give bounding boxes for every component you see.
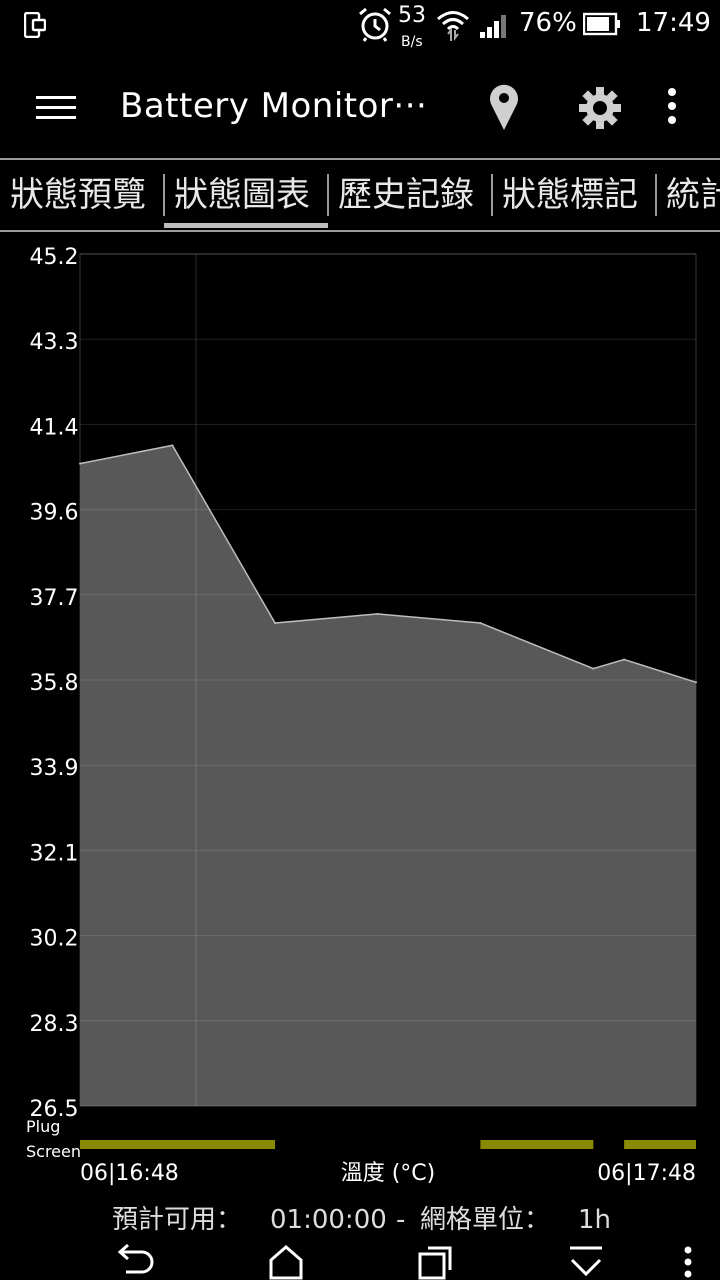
- estimate-label: 預計可用：: [112, 1205, 243, 1235]
- battery-percent: 76%: [519, 8, 577, 38]
- menu-icon[interactable]: [34, 94, 78, 122]
- tab-status-overview[interactable]: 狀態預覽: [10, 160, 146, 230]
- y-tick-label: 43.3: [30, 330, 79, 355]
- data-point: [376, 612, 379, 615]
- grid-unit-value: 1h: [578, 1205, 612, 1235]
- battery-icon: [583, 12, 620, 36]
- x-end-label: 06|17:48: [597, 1161, 696, 1186]
- screen-on-bar: [624, 1140, 696, 1149]
- location-icon[interactable]: [486, 82, 522, 132]
- navigation-bar: [0, 1240, 720, 1280]
- y-tick-label: 32.1: [30, 841, 79, 866]
- data-point: [592, 667, 595, 670]
- wifi-icon: [437, 11, 469, 41]
- tab-history[interactable]: 歷史記錄: [338, 160, 474, 230]
- tab-bar: 狀態預覽 狀態圖表 歷史記錄 狀態標記 統計: [0, 158, 720, 232]
- plug-row-label: Plug: [26, 1117, 60, 1136]
- phone-icon: [24, 12, 46, 38]
- signal-icon: [480, 15, 506, 38]
- network-speed-unit: B/s: [401, 34, 423, 50]
- tab-separator: [491, 174, 493, 216]
- y-tick-label: 39.6: [30, 501, 79, 526]
- nav-more-icon[interactable]: [668, 1244, 708, 1280]
- chart-footer: 預計可用： 01:00:00 - 網格單位： 1h: [0, 1200, 720, 1240]
- estimate-value: 01:00:00: [270, 1205, 387, 1235]
- grid-unit-label: 網格單位：: [420, 1205, 551, 1235]
- chart-title: 溫度 (°C): [341, 1161, 436, 1186]
- app-title: Battery Monitor···: [120, 86, 428, 126]
- screen-on-bar: [80, 1140, 276, 1149]
- tab-statistics[interactable]: 統計: [666, 160, 720, 230]
- more-icon[interactable]: [660, 86, 684, 130]
- back-icon[interactable]: [116, 1244, 156, 1280]
- recents-icon[interactable]: [416, 1244, 456, 1280]
- y-tick-label: 41.4: [30, 415, 79, 440]
- status-bar: 53 B/s 76% 17:49: [0, 0, 720, 50]
- data-point: [79, 462, 81, 465]
- data-point: [274, 622, 277, 625]
- y-tick-label: 35.8: [30, 671, 79, 696]
- data-point: [623, 658, 626, 661]
- tab-status-marks[interactable]: 狀態標記: [502, 160, 638, 230]
- x-start-label: 06|16:48: [80, 1161, 179, 1186]
- selected-tab-indicator: [164, 223, 328, 228]
- tab-status-chart[interactable]: 狀態圖表: [174, 160, 310, 230]
- y-tick-label: 33.9: [30, 756, 79, 781]
- chart-svg: 45.2 43.3 41.4 39.6 37.7 35.8 33.9 32.1 30.2 28.3…: [26, 245, 697, 1186]
- screen-row-label: Screen: [26, 1142, 81, 1161]
- tab-separator: [655, 174, 657, 216]
- gear-icon[interactable]: [578, 86, 622, 130]
- data-point: [171, 444, 174, 447]
- home-icon[interactable]: [266, 1244, 306, 1280]
- y-tick-label: 37.7: [30, 586, 79, 611]
- tab-separator: [327, 174, 329, 216]
- screen-on-bar: [480, 1140, 594, 1149]
- alarm-icon: [359, 7, 391, 42]
- y-tick-label: 45.2: [30, 245, 79, 270]
- data-point: [479, 622, 482, 625]
- network-speed: 53: [398, 3, 426, 28]
- notifications-icon[interactable]: [566, 1244, 606, 1280]
- y-tick-label: 28.3: [30, 1012, 79, 1037]
- data-point: [695, 681, 697, 684]
- tab-separator: [163, 174, 165, 216]
- status-clock: 17:49: [636, 8, 711, 38]
- temperature-chart: 45.2 43.3 41.4 39.6 37.7 35.8 33.9 32.1 30.2 28.3…: [0, 230, 720, 1190]
- y-tick-label: 30.2: [30, 927, 79, 952]
- app-bar: Battery Monitor···: [0, 50, 720, 160]
- footer-separator: -: [396, 1205, 406, 1235]
